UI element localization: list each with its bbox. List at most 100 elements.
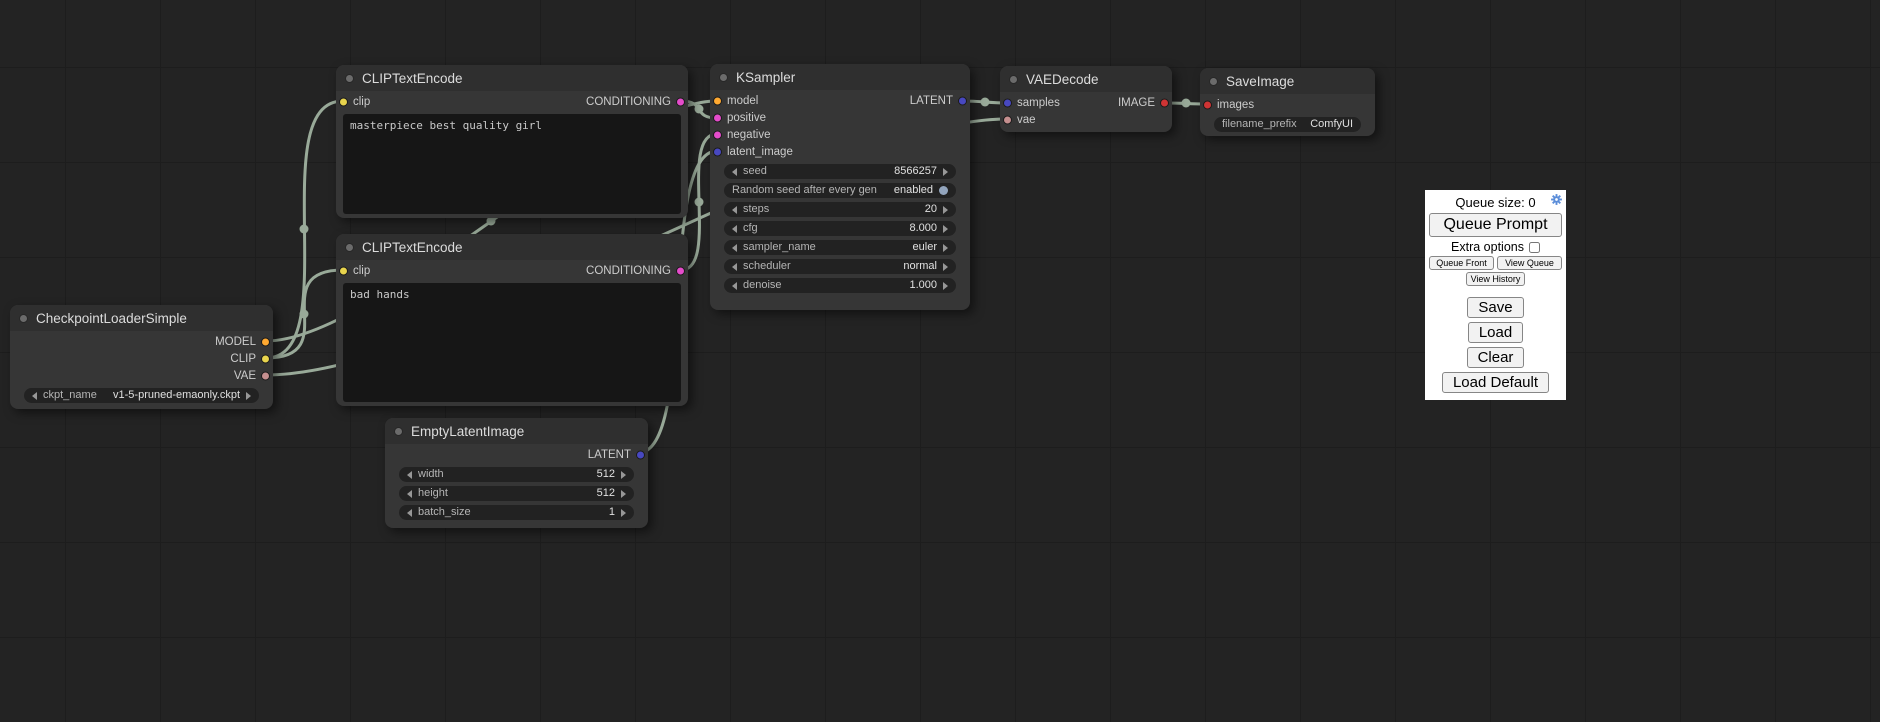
widget-random-seed-toggle[interactable]: Random seed after every gen enabled [724, 183, 956, 198]
collapse-dot-icon[interactable] [719, 73, 728, 82]
input-port-negative[interactable] [713, 130, 722, 139]
extra-options-label: Extra options [1451, 240, 1524, 254]
increase-arrow-icon[interactable] [943, 206, 948, 214]
node-title: SaveImage [1226, 74, 1294, 89]
output-port-latent[interactable] [958, 96, 967, 105]
view-queue-button[interactable]: View Queue [1497, 256, 1562, 270]
node-titlebar[interactable]: CLIPTextEncode [336, 234, 688, 260]
increase-arrow-icon[interactable] [621, 490, 626, 498]
next-value-arrow-icon[interactable] [943, 263, 948, 271]
widget-label: ckpt_name [43, 388, 97, 403]
widget-width[interactable]: width 512 [399, 467, 634, 482]
output-port-latent[interactable] [636, 450, 645, 459]
load-button[interactable]: Load [1468, 322, 1523, 343]
input-port-model[interactable] [713, 96, 722, 105]
node-ksampler[interactable]: KSampler model LATENT positive negative … [710, 64, 970, 310]
collapse-dot-icon[interactable] [19, 314, 28, 323]
node-titlebar[interactable]: CheckpointLoaderSimple [10, 305, 273, 331]
collapse-dot-icon[interactable] [345, 74, 354, 83]
collapse-dot-icon[interactable] [394, 427, 403, 436]
increase-arrow-icon[interactable] [943, 168, 948, 176]
widget-height[interactable]: height 512 [399, 486, 634, 501]
decrease-arrow-icon[interactable] [732, 206, 737, 214]
prev-value-arrow-icon[interactable] [732, 244, 737, 252]
node-emptylatentimage[interactable]: EmptyLatentImage LATENT width 512 height… [385, 418, 648, 528]
input-port-samples[interactable] [1003, 98, 1012, 107]
output-port-clip[interactable] [261, 354, 270, 363]
widget-value: 20 [925, 202, 937, 217]
widget-sampler-name[interactable]: sampler_name euler [724, 240, 956, 255]
collapse-dot-icon[interactable] [345, 243, 354, 252]
collapse-dot-icon[interactable] [1009, 75, 1018, 84]
node-saveimage[interactable]: SaveImage images filename_prefix ComfyUI [1200, 68, 1375, 136]
decrease-arrow-icon[interactable] [732, 225, 737, 233]
node-title: CLIPTextEncode [362, 71, 463, 86]
input-port-vae[interactable] [1003, 115, 1012, 124]
link-midpoint-dot [300, 310, 309, 319]
input-port-clip[interactable] [339, 97, 348, 106]
prev-value-arrow-icon[interactable] [732, 263, 737, 271]
input-port-images[interactable] [1203, 100, 1212, 109]
output-port-model[interactable] [261, 337, 270, 346]
widget-cfg[interactable]: cfg 8.000 [724, 221, 956, 236]
decrease-arrow-icon[interactable] [732, 282, 737, 290]
next-value-arrow-icon[interactable] [246, 392, 251, 400]
extra-options-checkbox[interactable] [1529, 242, 1540, 253]
input-label-positive: positive [727, 112, 766, 124]
save-button[interactable]: Save [1467, 297, 1523, 318]
clear-button[interactable]: Clear [1467, 347, 1525, 368]
widget-steps[interactable]: steps 20 [724, 202, 956, 217]
input-port-clip[interactable] [339, 266, 348, 275]
increase-arrow-icon[interactable] [943, 225, 948, 233]
widget-batch-size[interactable]: batch_size 1 [399, 505, 634, 520]
widget-seed[interactable]: seed 8566257 [724, 164, 956, 179]
settings-gear-icon[interactable] [1550, 193, 1563, 206]
widget-ckpt-name[interactable]: ckpt_name v1-5-pruned-emaonly.ckpt [24, 388, 259, 403]
increase-arrow-icon[interactable] [943, 282, 948, 290]
node-titlebar[interactable]: EmptyLatentImage [385, 418, 648, 444]
prev-value-arrow-icon[interactable] [32, 392, 37, 400]
collapse-dot-icon[interactable] [1209, 77, 1218, 86]
widget-value: enabled [894, 183, 933, 198]
widget-value: 512 [597, 486, 615, 501]
input-port-positive[interactable] [713, 113, 722, 122]
decrease-arrow-icon[interactable] [407, 490, 412, 498]
load-default-button[interactable]: Load Default [1442, 372, 1549, 393]
widget-scheduler[interactable]: scheduler normal [724, 259, 956, 274]
output-port-conditioning[interactable] [676, 97, 685, 106]
widget-value: ComfyUI [1310, 117, 1353, 132]
input-label-images: images [1217, 99, 1254, 111]
widget-label: height [418, 486, 448, 501]
node-cliptextencode-negative[interactable]: CLIPTextEncode clip CONDITIONING bad han… [336, 234, 688, 406]
toggle-on-icon[interactable] [939, 186, 948, 195]
node-cliptextencode-positive[interactable]: CLIPTextEncode clip CONDITIONING masterp… [336, 65, 688, 218]
output-port-image[interactable] [1160, 98, 1169, 107]
prompt-textarea[interactable]: masterpiece best quality girl [343, 114, 681, 214]
node-titlebar[interactable]: SaveImage [1200, 68, 1375, 94]
node-titlebar[interactable]: CLIPTextEncode [336, 65, 688, 91]
output-port-conditioning[interactable] [676, 266, 685, 275]
increase-arrow-icon[interactable] [621, 509, 626, 517]
output-label-latent: LATENT [588, 449, 631, 461]
decrease-arrow-icon[interactable] [407, 509, 412, 517]
graph-canvas[interactable]: CheckpointLoaderSimple MODEL CLIP VAE ck… [0, 0, 1880, 722]
view-history-button[interactable]: View History [1466, 272, 1526, 286]
input-port-latent-image[interactable] [713, 147, 722, 156]
decrease-arrow-icon[interactable] [407, 471, 412, 479]
node-vaedecode[interactable]: VAEDecode samples IMAGE vae [1000, 66, 1172, 132]
widget-filename-prefix[interactable]: filename_prefix ComfyUI [1214, 117, 1361, 132]
next-value-arrow-icon[interactable] [943, 244, 948, 252]
queue-prompt-button[interactable]: Queue Prompt [1429, 213, 1562, 237]
node-titlebar[interactable]: VAEDecode [1000, 66, 1172, 92]
widget-denoise[interactable]: denoise 1.000 [724, 278, 956, 293]
queue-front-button[interactable]: Queue Front [1429, 256, 1494, 270]
output-port-vae[interactable] [261, 371, 270, 380]
node-checkpointloadersimple[interactable]: CheckpointLoaderSimple MODEL CLIP VAE ck… [10, 305, 273, 409]
node-titlebar[interactable]: KSampler [710, 64, 970, 90]
prompt-textarea[interactable]: bad hands [343, 283, 681, 402]
widget-label: batch_size [418, 505, 471, 520]
link-midpoint-dot [981, 98, 990, 107]
increase-arrow-icon[interactable] [621, 471, 626, 479]
decrease-arrow-icon[interactable] [732, 168, 737, 176]
widget-label: seed [743, 164, 767, 179]
